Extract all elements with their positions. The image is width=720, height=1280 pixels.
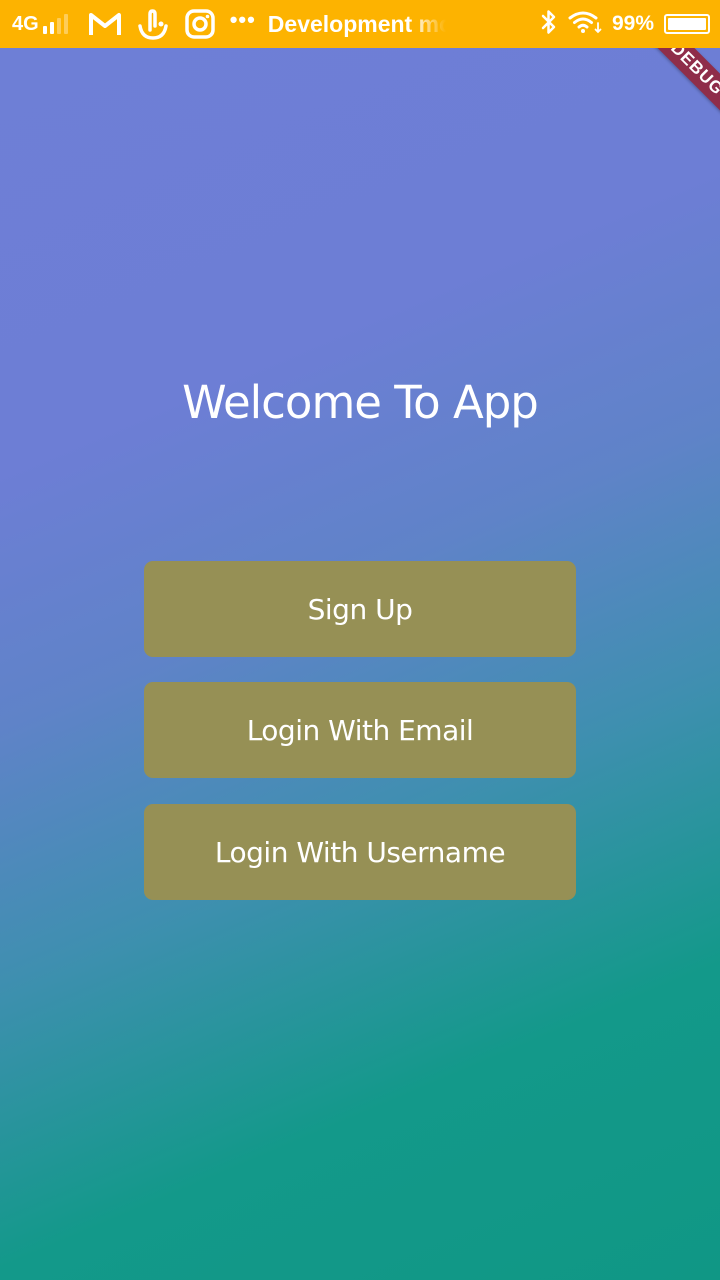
login-with-email-button[interactable]: Login With Email [144, 682, 576, 778]
more-notifications-icon: ••• [229, 7, 256, 32]
debug-ribbon-label: DEBUG [627, 48, 720, 139]
sign-up-button[interactable]: Sign Up [144, 561, 576, 657]
login-with-username-button-label: Login With Username [214, 835, 506, 869]
notification-text: Development mode [267, 10, 446, 37]
touchpal-icon [136, 8, 170, 40]
status-bar-left: 4G ••• Development m [12, 7, 446, 40]
page-title: Welcome To App [182, 376, 539, 429]
bluetooth-icon [540, 9, 558, 40]
battery-fill [668, 18, 706, 30]
battery-percent: 99% [611, 12, 654, 35]
notification-icons [88, 8, 216, 40]
wifi-icon [568, 10, 602, 39]
login-with-email-button-label: Login With Email [246, 713, 474, 747]
status-bar: 4G ••• Development m 99% [0, 0, 720, 48]
login-with-username-button[interactable]: Login With Username [144, 804, 576, 900]
debug-banner: DEBUG [600, 48, 720, 168]
app-screen: 4G ••• Development m 99% DEBUG Welcome T… [0, 0, 720, 1280]
network-type: 4G [12, 12, 39, 35]
sign-up-button-label: Sign Up [307, 592, 413, 626]
gmail-icon [88, 11, 122, 37]
instagram-icon [184, 8, 216, 40]
signal-strength-icon [42, 14, 68, 34]
battery-icon [664, 14, 710, 34]
status-bar-right: 99% [540, 9, 710, 40]
